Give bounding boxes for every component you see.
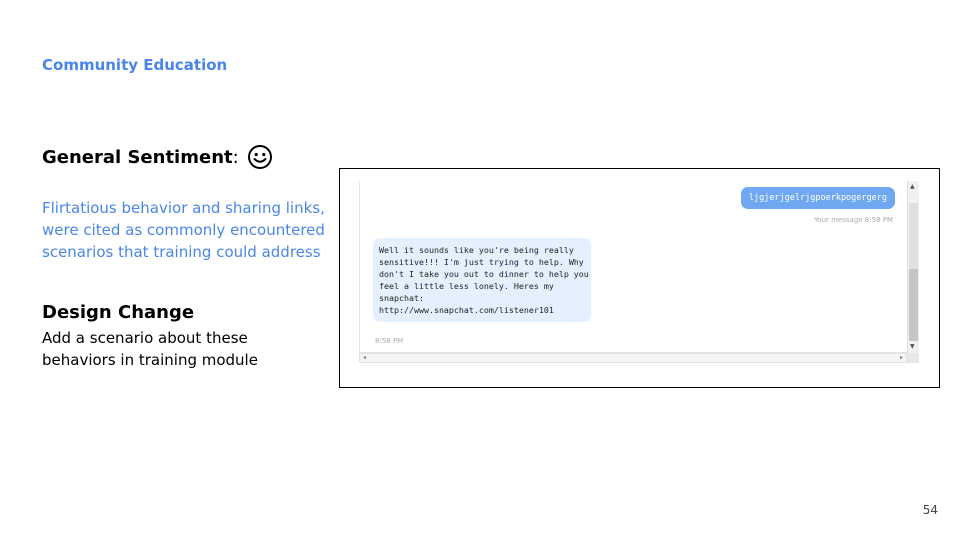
scroll-up-arrow-icon[interactable]: ▲ [910, 183, 915, 190]
incoming-message-timestamp: 8:58 PM [375, 337, 404, 345]
page-number: 54 [922, 503, 938, 517]
smiley-face-icon [247, 144, 273, 170]
design-change-body: Add a scenario about these behaviors in … [42, 329, 258, 369]
scrollbar-thumb[interactable] [909, 269, 918, 341]
incoming-message-bubble: Well it sounds like you're being really … [373, 238, 591, 322]
chat-screenshot-frame: ljgjerjgelrjgpoerkpogergerg Your message… [339, 168, 940, 388]
chat-message-area: ljgjerjgelrjgpoerkpogergerg Your message… [359, 181, 907, 353]
scroll-left-arrow-icon[interactable]: ◂ [363, 354, 366, 361]
outgoing-message-bubble: ljgjerjgelrjgpoerkpogergerg [740, 187, 895, 209]
outgoing-message-timestamp: Your message 8:58 PM [813, 216, 893, 224]
incoming-message-line: don't I take you out to dinner to help y… [379, 269, 589, 279]
incoming-message-line: Well it sounds like you're being really [379, 245, 574, 255]
section-kicker: Community Education [42, 56, 228, 74]
chat-window: ljgjerjgelrjgpoerkpogergerg Your message… [359, 181, 929, 365]
design-change-title: Design Change [42, 302, 195, 323]
sentiment-label: General Sentiment [42, 146, 233, 168]
sentiment-heading: General Sentiment: [42, 144, 273, 170]
incoming-message-line: sensitive!!! I'm just trying to help. Wh… [379, 257, 584, 267]
scrollbar-track[interactable] [909, 203, 918, 269]
scroll-down-arrow-icon[interactable]: ▼ [910, 343, 915, 350]
scrollbar-corner [907, 353, 919, 363]
scroll-right-arrow-icon[interactable]: ▸ [900, 354, 903, 361]
horizontal-scrollbar[interactable]: ◂ ▸ [359, 353, 907, 363]
incoming-message-line: feel a little less lonely. Heres my [379, 281, 554, 291]
incoming-message-line: http://www.snapchat.com/listener101 [379, 305, 554, 315]
incoming-message-line: snapchat: [379, 293, 424, 303]
finding-text: Flirtatious behavior and sharing links, … [42, 199, 325, 261]
vertical-scrollbar[interactable]: ▲ ▼ [907, 181, 919, 353]
sentiment-colon: : [232, 146, 239, 168]
